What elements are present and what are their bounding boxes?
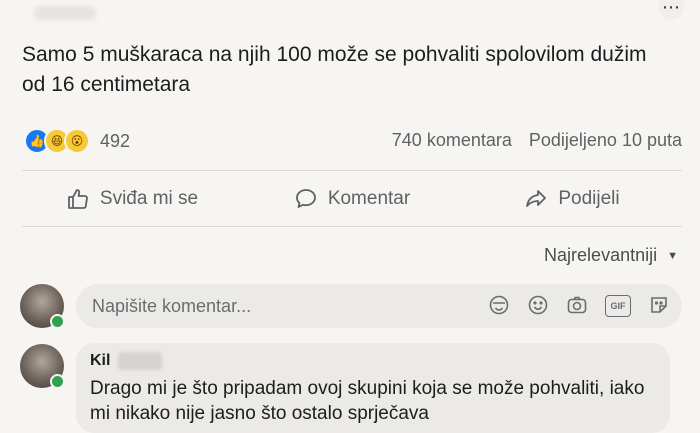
commenter-name[interactable]: Kil (90, 352, 110, 370)
share-count-link[interactable]: Podijeljeno 10 puta (529, 130, 682, 150)
gif-icon[interactable]: GIF (605, 295, 631, 317)
share-label: Podijeli (558, 188, 620, 209)
comment-bubble: Kil Drago mi je što pripadam ovoj skupin… (76, 343, 670, 433)
current-user-avatar[interactable] (20, 284, 65, 329)
comment-input[interactable]: Napišite komentar... GIF (76, 284, 682, 328)
engagement-stats: 740 komentara Podijeljeno 10 puta (392, 130, 682, 151)
composer-icons: GIF (471, 294, 670, 317)
like-button[interactable]: Sviđa mi se (22, 176, 242, 222)
commenter-avatar[interactable] (20, 344, 65, 389)
camera-icon[interactable] (566, 294, 588, 316)
online-status-indicator (50, 314, 65, 329)
comment-text: Drago mi je što pripadam ovoj skupini ko… (90, 378, 645, 424)
post-header: ⋯ (0, 0, 700, 38)
wow-icon: 😮 (64, 128, 90, 154)
divider (22, 170, 682, 171)
comment-placeholder: Napišite komentar... (92, 296, 252, 316)
reaction-count: 492 (100, 130, 131, 151)
share-button[interactable]: Podijeli (462, 176, 682, 222)
share-icon (526, 190, 547, 207)
comment-count-link[interactable]: 740 komentara (392, 130, 512, 150)
blurred-commenter-name (118, 352, 162, 370)
post-actions: Sviđa mi se Komentar Podijeli (22, 176, 682, 222)
caret-down-icon: ▼ (667, 249, 678, 262)
comment-label: Komentar (327, 188, 411, 209)
blurred-author-name (34, 6, 96, 20)
like-label: Sviđa mi se (99, 188, 199, 209)
comment-sort-dropdown[interactable]: Najrelevantniji ▼ (544, 245, 678, 266)
comment-icon (295, 189, 316, 208)
thumbs-up-icon (67, 189, 88, 209)
emoji-icon[interactable] (527, 294, 549, 316)
comment-button[interactable]: Komentar (242, 176, 462, 222)
more-options-icon[interactable]: ⋯ (658, 0, 684, 20)
sticker-icon[interactable] (648, 294, 670, 316)
post-text: Samo 5 muškaraca na njih 100 može se poh… (22, 43, 647, 96)
divider (22, 226, 682, 227)
reaction-summary[interactable]: 👍 😆 😮 492 (24, 128, 130, 154)
sort-label: Najrelevantniji (544, 245, 658, 265)
online-status-indicator (50, 374, 65, 389)
avatar-sticker-icon[interactable] (488, 294, 510, 316)
